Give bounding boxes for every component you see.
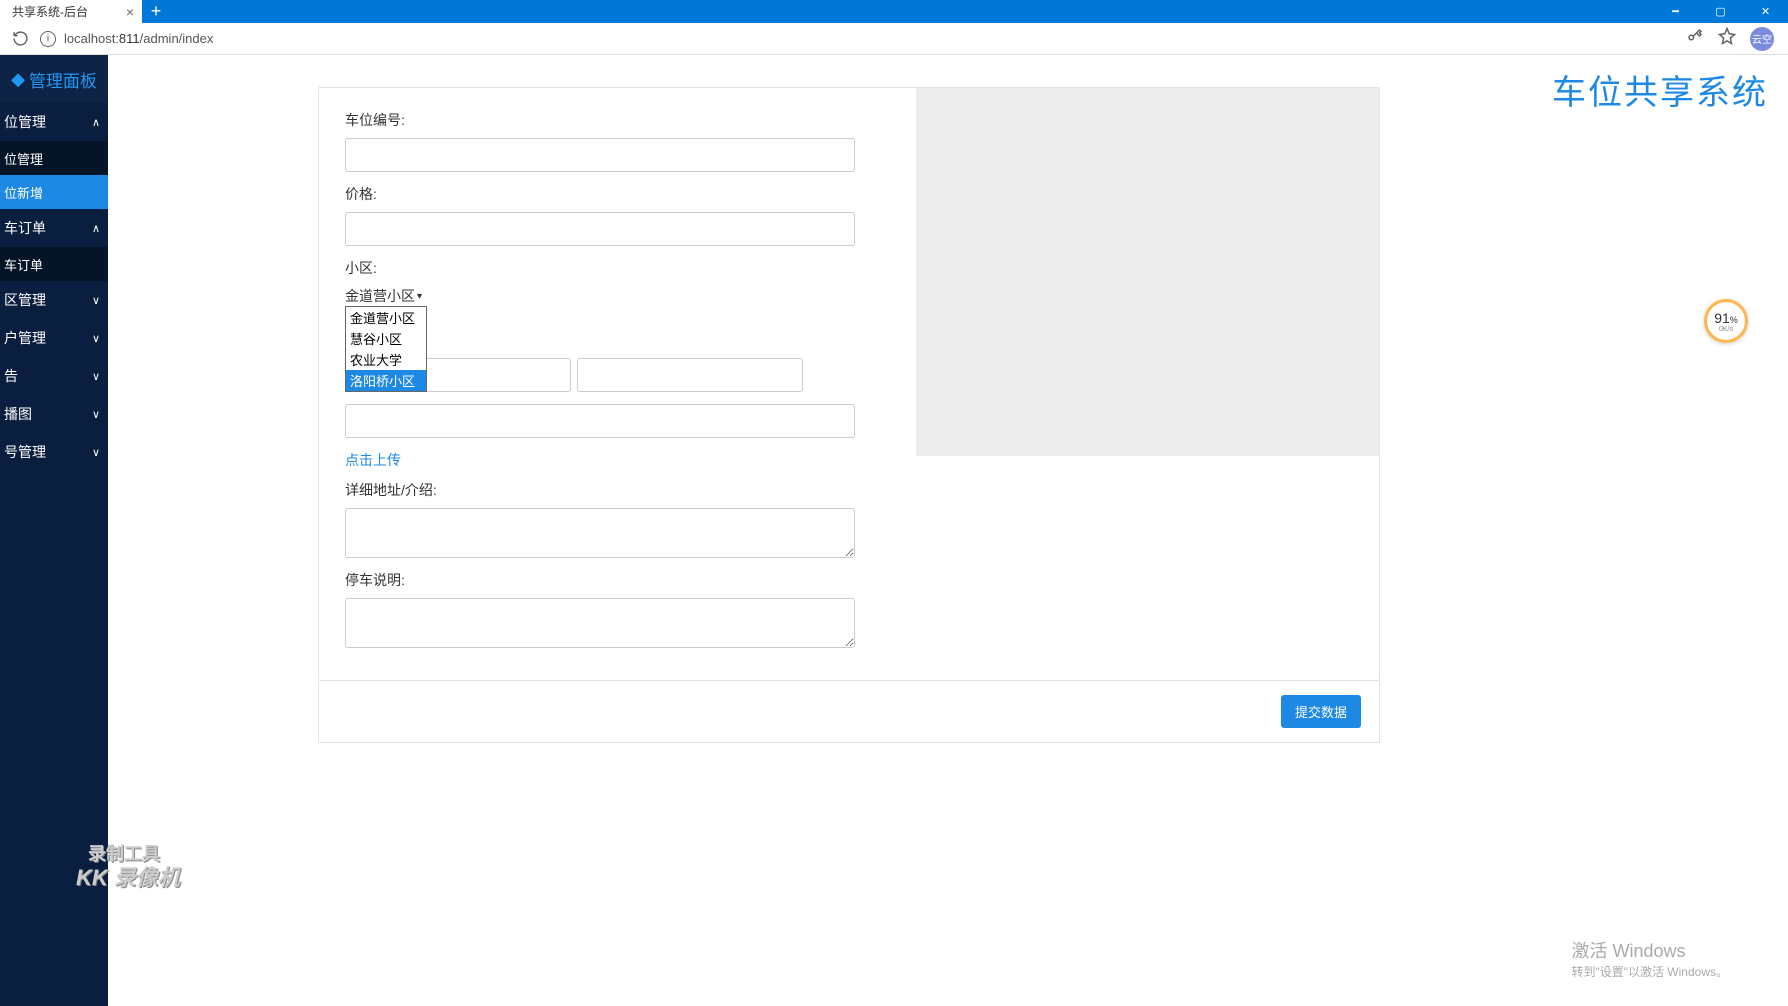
form-card: 车位编号: 价格: 小区: 金道营小区 ▾ 金道营小区 慧谷小区 农业大学 洛阳… [318, 87, 1380, 681]
maximize-button[interactable]: ▢ [1698, 0, 1743, 23]
label-community: 小区: [345, 258, 803, 278]
textarea-note[interactable] [345, 598, 855, 648]
menu-label: 位管理 [4, 149, 43, 168]
input-number[interactable] [345, 138, 855, 172]
chevron-up-icon: ∧ [92, 116, 100, 129]
submit-button[interactable]: 提交数据 [1281, 695, 1361, 728]
brand-text: 管理面板 [29, 67, 97, 92]
window-controls: ━ ▢ ✕ [1653, 0, 1788, 23]
url-display[interactable]: i localhost:811/admin/index [40, 31, 213, 47]
menu-account[interactable]: 号管理 ∨ [0, 433, 108, 471]
map-placeholder [916, 88, 1379, 456]
menu-label: 号管理 [4, 442, 46, 462]
menu-label: 位新增 [4, 183, 43, 202]
menu-parking-manage[interactable]: 位管理 ∧ [0, 103, 108, 141]
menu-user[interactable]: 户管理 ∨ [0, 319, 108, 357]
url-path: /admin/index [140, 31, 214, 46]
minimize-button[interactable]: ━ [1653, 0, 1698, 23]
chevron-up-icon: ∧ [92, 222, 100, 235]
menu-label: 车订单 [4, 218, 46, 238]
input-price[interactable] [345, 212, 855, 246]
menu-community[interactable]: 区管理 ∨ [0, 281, 108, 319]
label-price: 价格: [345, 184, 803, 204]
profile-avatar[interactable]: 云空 [1750, 27, 1774, 51]
dropdown-option[interactable]: 洛阳桥小区 [346, 370, 426, 391]
chevron-down-icon: ∨ [92, 408, 100, 421]
menu-order-sub[interactable]: 车订单 [0, 247, 108, 281]
select-value: 金道营小区 [345, 286, 415, 306]
menu-order[interactable]: 车订单 ∧ [0, 209, 108, 247]
close-window-button[interactable]: ✕ [1743, 0, 1788, 23]
brand: ◆ 管理面板 [0, 55, 108, 103]
label-note: 停车说明: [345, 570, 803, 590]
bookmark-star-icon[interactable] [1718, 27, 1736, 50]
dropdown-option[interactable]: 金道营小区 [346, 307, 426, 328]
textarea-detail[interactable] [345, 508, 855, 558]
main-content: 车位共享系统 车位编号: 价格: 小区: 金道营小区 ▾ 金道营小区 慧谷小区 [108, 55, 1788, 1006]
menu-parking-add[interactable]: 位新增 [0, 175, 108, 209]
submit-bar: 提交数据 [318, 681, 1380, 743]
label-detail: 详细地址/介绍: [345, 480, 803, 500]
upload-link[interactable]: 点击上传 [345, 450, 401, 470]
menu-label: 区管理 [4, 290, 46, 310]
select-community[interactable]: 金道营小区 ▾ [345, 286, 422, 306]
menu-label: 位管理 [4, 112, 46, 132]
password-key-icon[interactable] [1686, 27, 1704, 50]
dropdown-option[interactable]: 农业大学 [346, 349, 426, 370]
speed-widget[interactable]: 91% 0K/s [1704, 299, 1748, 343]
menu-notice[interactable]: 告∨ [0, 357, 108, 395]
menu-label: 告 [4, 366, 18, 386]
speed-unit: % [1730, 315, 1738, 325]
community-dropdown: 金道营小区 慧谷小区 农业大学 洛阳桥小区 [345, 306, 427, 392]
chevron-down-icon: ∨ [92, 294, 100, 307]
chevron-down-icon: ∨ [92, 370, 100, 383]
menu-parking-manage-sub[interactable]: 位管理 [0, 141, 108, 175]
brand-icon: ◆ [11, 69, 25, 90]
chevron-down-icon: ∨ [92, 446, 100, 459]
page-title: 车位共享系统 [1552, 65, 1768, 114]
menu-label: 户管理 [4, 328, 46, 348]
address-bar: i localhost:811/admin/index 云空 [0, 23, 1788, 55]
reload-icon[interactable] [6, 25, 34, 53]
url-host: localhost: [64, 31, 119, 46]
tab-title: 共享系统-后台 [12, 3, 88, 20]
dropdown-option[interactable]: 慧谷小区 [346, 328, 426, 349]
chevron-down-icon: ∨ [92, 332, 100, 345]
site-info-icon[interactable]: i [40, 31, 56, 47]
menu-label: 播图 [4, 404, 32, 424]
chevron-down-icon: ▾ [417, 291, 422, 302]
browser-tab-strip: 共享系统-后台 × + ━ ▢ ✕ [0, 0, 1788, 23]
input-coord-right[interactable] [577, 358, 803, 392]
speed-sub: 0K/s [1719, 326, 1733, 333]
input-image-path[interactable] [345, 404, 855, 438]
url-port: 811 [119, 31, 140, 46]
menu-banner[interactable]: 播图 ∨ [0, 395, 108, 433]
label-number: 车位编号: [345, 110, 803, 130]
sidebar: ◆ 管理面板 位管理 ∧ 位管理 位新增 车订单 ∧ 车订单 区管理 ∨ 户管理 ∨ 告… [0, 55, 108, 1006]
speed-value: 91 [1714, 310, 1730, 326]
close-icon[interactable]: × [126, 4, 134, 20]
new-tab-button[interactable]: + [142, 0, 170, 23]
menu-label: 车订单 [4, 255, 43, 274]
browser-tab[interactable]: 共享系统-后台 × [0, 0, 142, 23]
